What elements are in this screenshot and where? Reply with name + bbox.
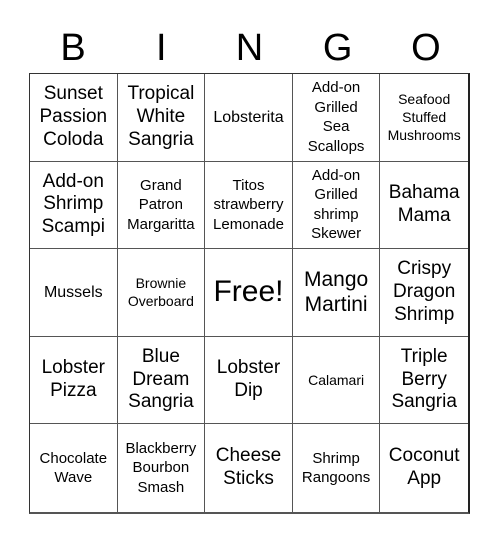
header-letter-i: I	[156, 27, 167, 69]
bingo-cell[interactable]: Bahama Mama	[380, 162, 468, 250]
bingo-cell[interactable]: Blackberry Bourbon Smash	[118, 424, 206, 512]
bingo-cell[interactable]: Cheese Sticks	[205, 424, 293, 512]
bingo-cell[interactable]: Brownie Overboard	[117, 249, 206, 337]
bingo-cell[interactable]: Blue Dream Sangria	[117, 336, 206, 425]
bingo-cell[interactable]: Tropical White Sangria	[117, 74, 206, 162]
bingo-cell[interactable]: Shrimp Rangoons	[293, 424, 381, 512]
bingo-cell[interactable]: Add-on Grilled Sea Scallops	[292, 74, 381, 162]
bingo-cell[interactable]: Lobsterita	[205, 74, 293, 162]
bingo-cell[interactable]: Lobster Pizza	[30, 336, 118, 425]
bingo-cell[interactable]: Lobster Dip	[205, 336, 293, 425]
bingo-cell[interactable]: Coconut App	[380, 424, 468, 512]
header-letter-n: N	[235, 27, 264, 69]
bingo-cell[interactable]: Triple Berry Sangria	[380, 337, 468, 425]
bingo-cell[interactable]: Add-on Shrimp Scampi	[30, 161, 118, 250]
bingo-cell-free[interactable]: Free!	[205, 249, 293, 337]
bingo-cell[interactable]: Mango Martini	[292, 249, 381, 337]
bingo-cell[interactable]: Grand Patron Margaritta	[117, 161, 206, 250]
bingo-cell[interactable]: Calamari	[292, 336, 381, 425]
bingo-cell[interactable]: Chocolate Wave	[30, 424, 118, 512]
bingo-cell[interactable]: Seafood Stuffed Mushrooms	[380, 74, 468, 162]
bingo-grid: Sunset Passion Coloda Tropical White Sang…	[29, 73, 470, 514]
header-letter-o: O	[411, 27, 441, 69]
header-letter-g: G	[322, 27, 353, 69]
bingo-header: B I N G O	[29, 22, 470, 74]
bingo-cell[interactable]: Titos strawberry Lemonade	[205, 161, 293, 250]
bingo-cell[interactable]: Mussels	[30, 249, 118, 337]
bingo-cell[interactable]: Add-on Grilled shrimp Skewer	[292, 161, 381, 250]
header-letter-b: B	[60, 27, 86, 69]
bingo-cell[interactable]: Crispy Dragon Shrimp	[380, 249, 468, 337]
bingo-cell[interactable]: Sunset Passion Coloda	[30, 74, 118, 162]
